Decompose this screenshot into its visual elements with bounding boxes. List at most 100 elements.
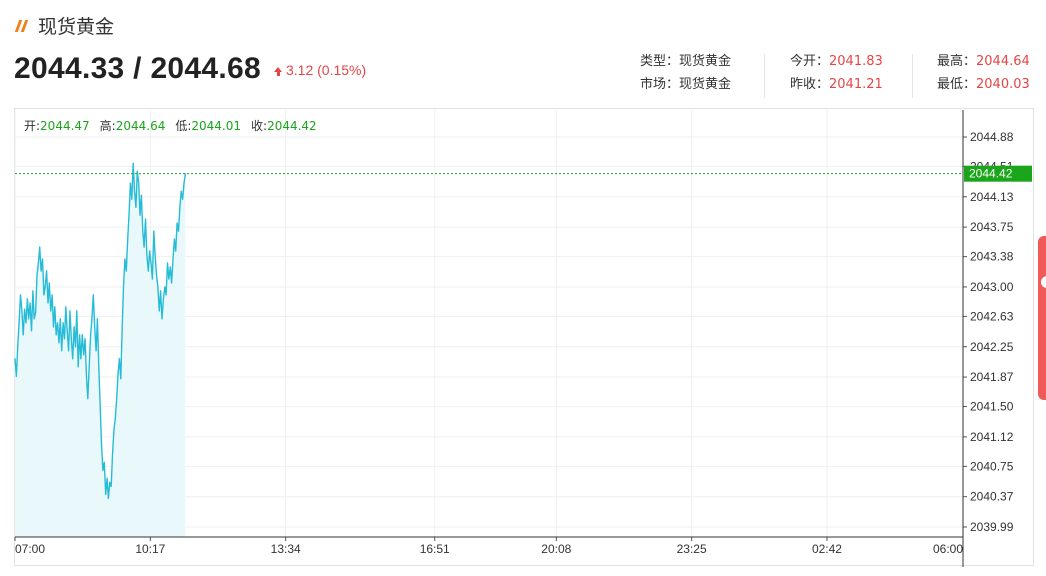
x-tick-label: 06:00 [933, 542, 963, 556]
price-point [94, 326, 96, 328]
price-point [177, 230, 180, 232]
price-point [69, 310, 71, 312]
y-tick-label: 2041.50 [970, 400, 1014, 414]
price-point [142, 230, 144, 232]
price-point [81, 334, 83, 336]
price-point [131, 198, 133, 200]
price-point [161, 318, 163, 320]
x-tick-label: 02:42 [812, 542, 842, 556]
x-tick-label: 07:00 [15, 542, 45, 556]
price-point [26, 298, 28, 300]
price-point [138, 182, 140, 184]
price-point [32, 290, 34, 292]
price-point [91, 318, 93, 320]
price-point [59, 318, 61, 320]
price-point [106, 477, 108, 479]
price-area-fill [15, 163, 186, 538]
price-point [183, 182, 185, 184]
price-point [114, 417, 116, 420]
price-point [157, 286, 159, 288]
price-point [63, 338, 66, 340]
price-point [50, 310, 52, 312]
price-point [14, 358, 16, 360]
price-point [172, 258, 174, 260]
price-point [87, 397, 89, 400]
price-point [70, 338, 72, 340]
price-point [121, 326, 123, 328]
price-point [95, 350, 97, 352]
price-point [117, 374, 119, 376]
price-point [98, 366, 100, 368]
x-tick-label: 16:51 [420, 542, 450, 556]
price-point [89, 334, 92, 336]
price-point [100, 445, 103, 448]
price-point [147, 270, 149, 272]
price-point [155, 274, 158, 276]
y-tick-label: 2043.75 [970, 220, 1014, 234]
price-point [52, 326, 55, 328]
price-point [62, 322, 64, 324]
price-point [55, 334, 57, 336]
x-tick-label: 10:17 [135, 542, 165, 556]
price-point [17, 346, 19, 348]
price-point [25, 322, 27, 324]
y-tick-label: 2039.99 [970, 520, 1014, 534]
price-point [35, 311, 37, 314]
price-point [179, 206, 181, 208]
ohlc-low-label: 低: [175, 119, 192, 133]
price-point [18, 322, 20, 324]
price-point [99, 405, 101, 408]
price-point [48, 282, 50, 284]
price-point [129, 182, 132, 184]
ohlc-high-label: 高: [99, 119, 116, 133]
ohlc-low: 低:2044.01 [175, 117, 241, 134]
y-tick-label: 2042.63 [970, 309, 1014, 323]
price-point [113, 429, 115, 432]
price-point [175, 250, 177, 252]
price-point [164, 286, 166, 288]
price-point [153, 230, 155, 232]
price-point [66, 330, 68, 332]
intraday-chart[interactable]: 2044.882044.512044.132043.752043.382043.… [0, 0, 1046, 576]
side-feedback-tab[interactable] [1038, 236, 1046, 400]
price-point [180, 190, 182, 192]
price-point [140, 194, 142, 196]
ohlc-high-value: 2044.64 [115, 119, 166, 133]
ohlc-close-label: 收: [251, 119, 268, 133]
price-point [154, 254, 156, 256]
price-point [111, 453, 114, 456]
price-point [29, 302, 31, 304]
price-point [43, 294, 45, 296]
ohlc-legend: 开:2044.47 高:2044.64 低:2044.01 收:2044.42 [24, 117, 317, 134]
price-point [107, 497, 110, 499]
price-point [158, 310, 160, 312]
y-tick-label: 2040.75 [970, 459, 1014, 473]
price-point [105, 493, 107, 495]
price-point [76, 310, 78, 312]
price-point [176, 222, 178, 224]
price-point [88, 366, 90, 368]
price-point [122, 286, 125, 288]
y-tick-label: 2043.38 [970, 250, 1014, 264]
price-point [139, 214, 141, 216]
price-point [80, 358, 82, 360]
price-point [36, 274, 38, 276]
price-point [132, 162, 134, 164]
price-point [84, 338, 86, 340]
price-point [171, 282, 173, 284]
price-point [166, 262, 169, 264]
ohlc-open: 开:2044.47 [24, 117, 90, 134]
price-point [51, 294, 53, 296]
price-point [162, 298, 164, 300]
price-point [150, 262, 152, 264]
y-tick-label: 2041.12 [970, 430, 1014, 444]
price-point [149, 250, 151, 252]
price-point [125, 270, 127, 272]
y-tick-label: 2043.00 [970, 280, 1014, 294]
price-point [28, 318, 30, 320]
price-point [124, 258, 126, 260]
price-point [21, 310, 23, 312]
price-point [15, 375, 17, 377]
price-point [56, 322, 59, 324]
price-point [182, 198, 184, 200]
